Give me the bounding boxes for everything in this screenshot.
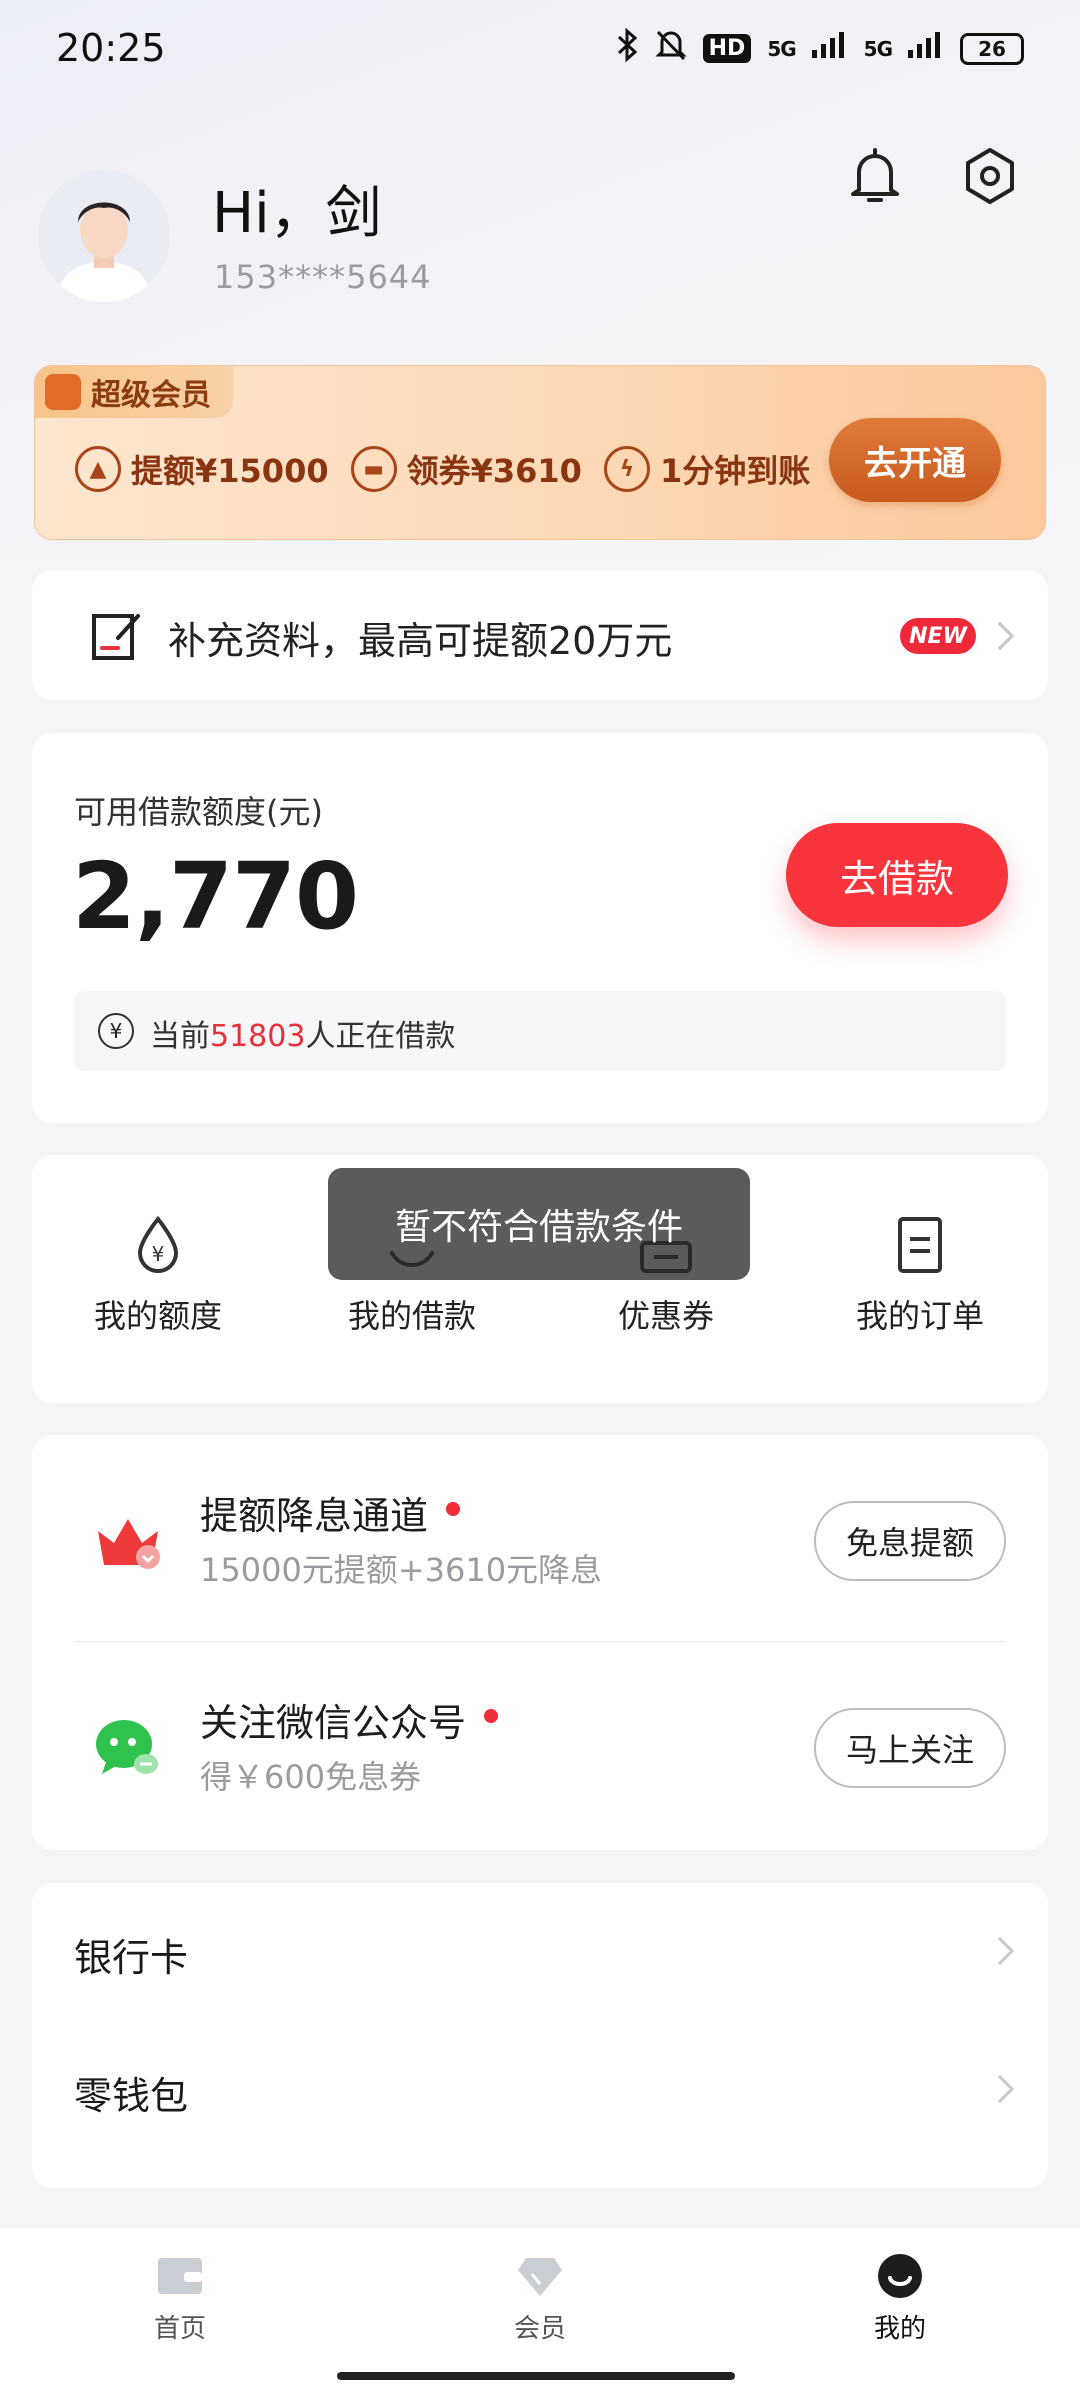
tab-label: 会员 (513, 2314, 566, 2344)
hd-badge: HD (702, 34, 752, 63)
tab-label: 首页 (153, 2314, 206, 2344)
order-icon (888, 1213, 952, 1277)
crown-icon (92, 1505, 164, 1577)
yen-icon: ¥ (98, 1013, 134, 1049)
vip-tag: 超级会员 (35, 366, 233, 418)
quick-item-label: 优惠券 (617, 1297, 714, 1335)
red-dot (484, 1708, 499, 1723)
tab-label: 我的 (873, 2314, 926, 2344)
status-bar: 20:25 HD 5G 5G 26 (0, 0, 1080, 100)
promo-subtitle: 得￥600免息券 (200, 1758, 422, 1796)
status-icons: HD 5G 5G 26 (615, 27, 1024, 69)
vip-banner[interactable]: 超级会员 ▲ 提额¥15000 ▬ 领券¥3610 ϟ 1分钟到账 去开通 (34, 365, 1046, 540)
loan-amount: 2,770 (72, 843, 359, 950)
promo-button[interactable]: 马上关注 (814, 1708, 1006, 1788)
promo-row[interactable]: 提额降息通道 15000元提额+3610元降息 免息提额 (32, 1435, 1048, 1640)
notice-prefix: 当前 (150, 1019, 210, 1054)
promo-card: 提额降息通道 15000元提额+3610元降息 免息提额 关注微信公众号 得￥6… (32, 1435, 1048, 1850)
chevron-right-icon (985, 621, 1015, 651)
signal-icon (811, 32, 848, 65)
red-dot (446, 1501, 461, 1516)
settings-icon[interactable] (960, 144, 1020, 208)
quick-item-label: 我的借款 (347, 1297, 476, 1335)
avatar[interactable] (38, 170, 170, 302)
phone-number: 153****5644 (214, 258, 432, 296)
vip-open-button[interactable]: 去开通 (829, 418, 1001, 502)
toast-message: 暂不符合借款条件 (328, 1168, 750, 1280)
tab-mine[interactable]: 我的 (820, 2252, 980, 2345)
promo-button[interactable]: 免息提额 (814, 1501, 1006, 1581)
list-item-bank-card[interactable]: 银行卡 (32, 1883, 1048, 2021)
supplement-text: 补充资料，最高可提额20万元 (168, 619, 673, 663)
loan-limit-label: 可用借款额度(元) (74, 793, 323, 831)
vip-benefit: ▲ 提额¥15000 (75, 446, 329, 492)
promo-row[interactable]: 关注微信公众号 得￥600免息券 马上关注 (32, 1642, 1048, 1847)
loan-card: 可用借款额度(元) 2,770 去借款 ¥ 当前51803人正在借款 (32, 733, 1048, 1123)
promo-title-text: 关注微信公众号 (200, 1701, 467, 1745)
promo-title: 关注微信公众号 (200, 1692, 499, 1747)
tab-member[interactable]: 会员 (460, 2252, 620, 2345)
vip-benefit: ϟ 1分钟到账 (603, 446, 811, 492)
signal-2-label: 5G (863, 36, 893, 61)
tab-home[interactable]: 首页 (100, 2252, 260, 2345)
home-indicator[interactable] (337, 2372, 735, 2380)
quick-item-my-orders[interactable]: 我的订单 (820, 1213, 1020, 1337)
promo-title-text: 提额降息通道 (200, 1494, 429, 1538)
vip-benefit-label: 1分钟到账 (659, 452, 811, 490)
bell-icon[interactable] (845, 144, 905, 208)
vip-benefit-label: 提额¥15000 (131, 452, 329, 490)
chevron-right-icon (985, 1936, 1015, 1966)
notice-text: 当前51803人正在借款 (150, 1011, 455, 1055)
vip-benefit-label: 领券¥3610 (406, 452, 582, 490)
svg-text:¥: ¥ (152, 1242, 165, 1266)
profile-icon (876, 2252, 924, 2300)
quick-item-label: 我的额度 (93, 1297, 222, 1335)
settings-list: 银行卡 零钱包 (32, 1883, 1048, 2188)
supplement-card[interactable]: 补充资料，最高可提额20万元 NEW (32, 570, 1048, 700)
quick-item-my-limit[interactable]: ¥ 我的额度 (58, 1213, 258, 1337)
vip-benefits: ▲ 提额¥15000 ▬ 领券¥3610 ϟ 1分钟到账 (75, 434, 810, 504)
promo-subtitle: 15000元提额+3610元降息 (200, 1551, 603, 1589)
vip-benefit: ▬ 领券¥3610 (350, 446, 582, 492)
status-time: 20:25 (56, 26, 166, 70)
notice-suffix: 人正在借款 (305, 1019, 456, 1054)
notice-count: 51803 (210, 1019, 306, 1054)
quick-item-label: 我的订单 (855, 1297, 984, 1335)
crown-icon (45, 374, 81, 410)
battery-icon: 26 (960, 32, 1024, 65)
signal-1-label: 5G (767, 36, 796, 61)
borrow-button[interactable]: 去借款 (786, 823, 1008, 927)
drop-yen-icon: ¥ (126, 1213, 190, 1277)
loan-notice: ¥ 当前51803人正在借款 (74, 991, 1006, 1071)
diamond-icon (516, 2252, 564, 2300)
wallet-icon (156, 2252, 204, 2300)
vip-tag-label: 超级会员 (91, 378, 211, 413)
mute-icon (655, 28, 687, 69)
lightning-icon: ϟ (603, 446, 650, 492)
greeting: Hi，剑 (212, 181, 382, 246)
list-item-label: 银行卡 (74, 1936, 189, 1980)
wechat-icon (92, 1712, 164, 1784)
edit-form-icon (88, 608, 144, 664)
list-item-label: 零钱包 (74, 2074, 189, 2118)
arrow-up-icon: ▲ (75, 446, 121, 492)
signal-icon-2 (908, 32, 944, 65)
promo-title: 提额降息通道 (200, 1485, 461, 1540)
chevron-right-icon (985, 2074, 1015, 2104)
new-badge: NEW (900, 618, 976, 654)
ticket-icon: ▬ (350, 446, 397, 492)
list-item-wallet[interactable]: 零钱包 (32, 2021, 1048, 2159)
bluetooth-icon (615, 27, 639, 69)
